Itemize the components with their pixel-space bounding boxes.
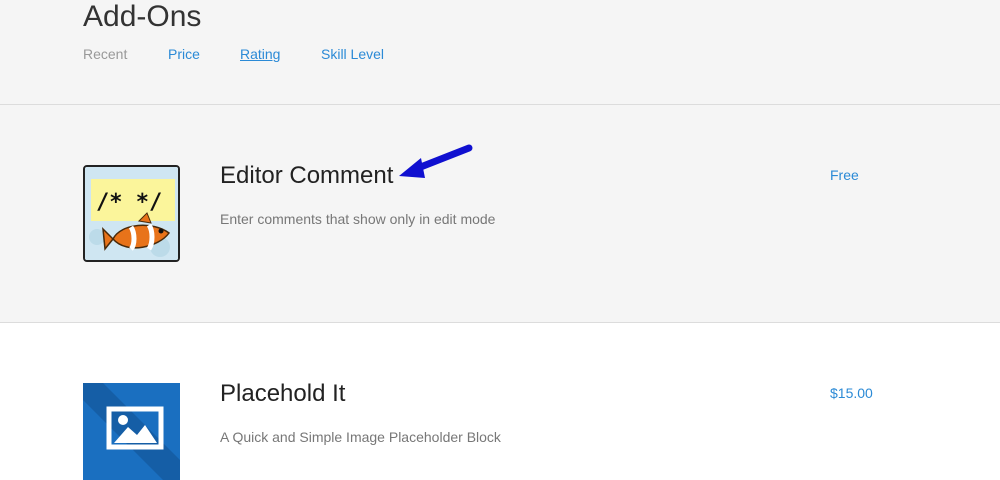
tab-skill-level[interactable]: Skill Level <box>321 46 384 62</box>
clownfish-comment-icon[interactable]: /* */ <box>83 165 180 262</box>
addon-price[interactable]: Free <box>830 167 859 183</box>
tab-rating[interactable]: Rating <box>240 46 280 62</box>
clownfish-comment-icon-graphic: /* */ <box>85 167 178 260</box>
image-placeholder-icon-graphic <box>83 383 180 480</box>
addon-price[interactable]: $15.00 <box>830 385 873 401</box>
image-placeholder-icon[interactable] <box>83 383 180 480</box>
addon-item-placehold-it[interactable]: Placehold It A Quick and Simple Image Pl… <box>0 323 1000 480</box>
addon-name[interactable]: Editor Comment <box>220 162 393 190</box>
tab-recent[interactable]: Recent <box>83 46 127 62</box>
addon-name[interactable]: Placehold It <box>220 380 345 408</box>
annotation-arrow-icon <box>399 144 473 178</box>
page-header: Add-Ons Recent Price Rating Skill Level <box>0 0 1000 105</box>
tab-price[interactable]: Price <box>168 46 200 62</box>
addon-description: A Quick and Simple Image Placeholder Blo… <box>220 429 501 445</box>
page-title: Add-Ons <box>83 0 202 33</box>
addon-item-editor-comment[interactable]: /* */ Editor Comment Enter comments that… <box>0 105 1000 323</box>
addon-description: Enter comments that show only in edit mo… <box>220 211 496 227</box>
comment-icon-text: /* */ <box>96 190 162 215</box>
